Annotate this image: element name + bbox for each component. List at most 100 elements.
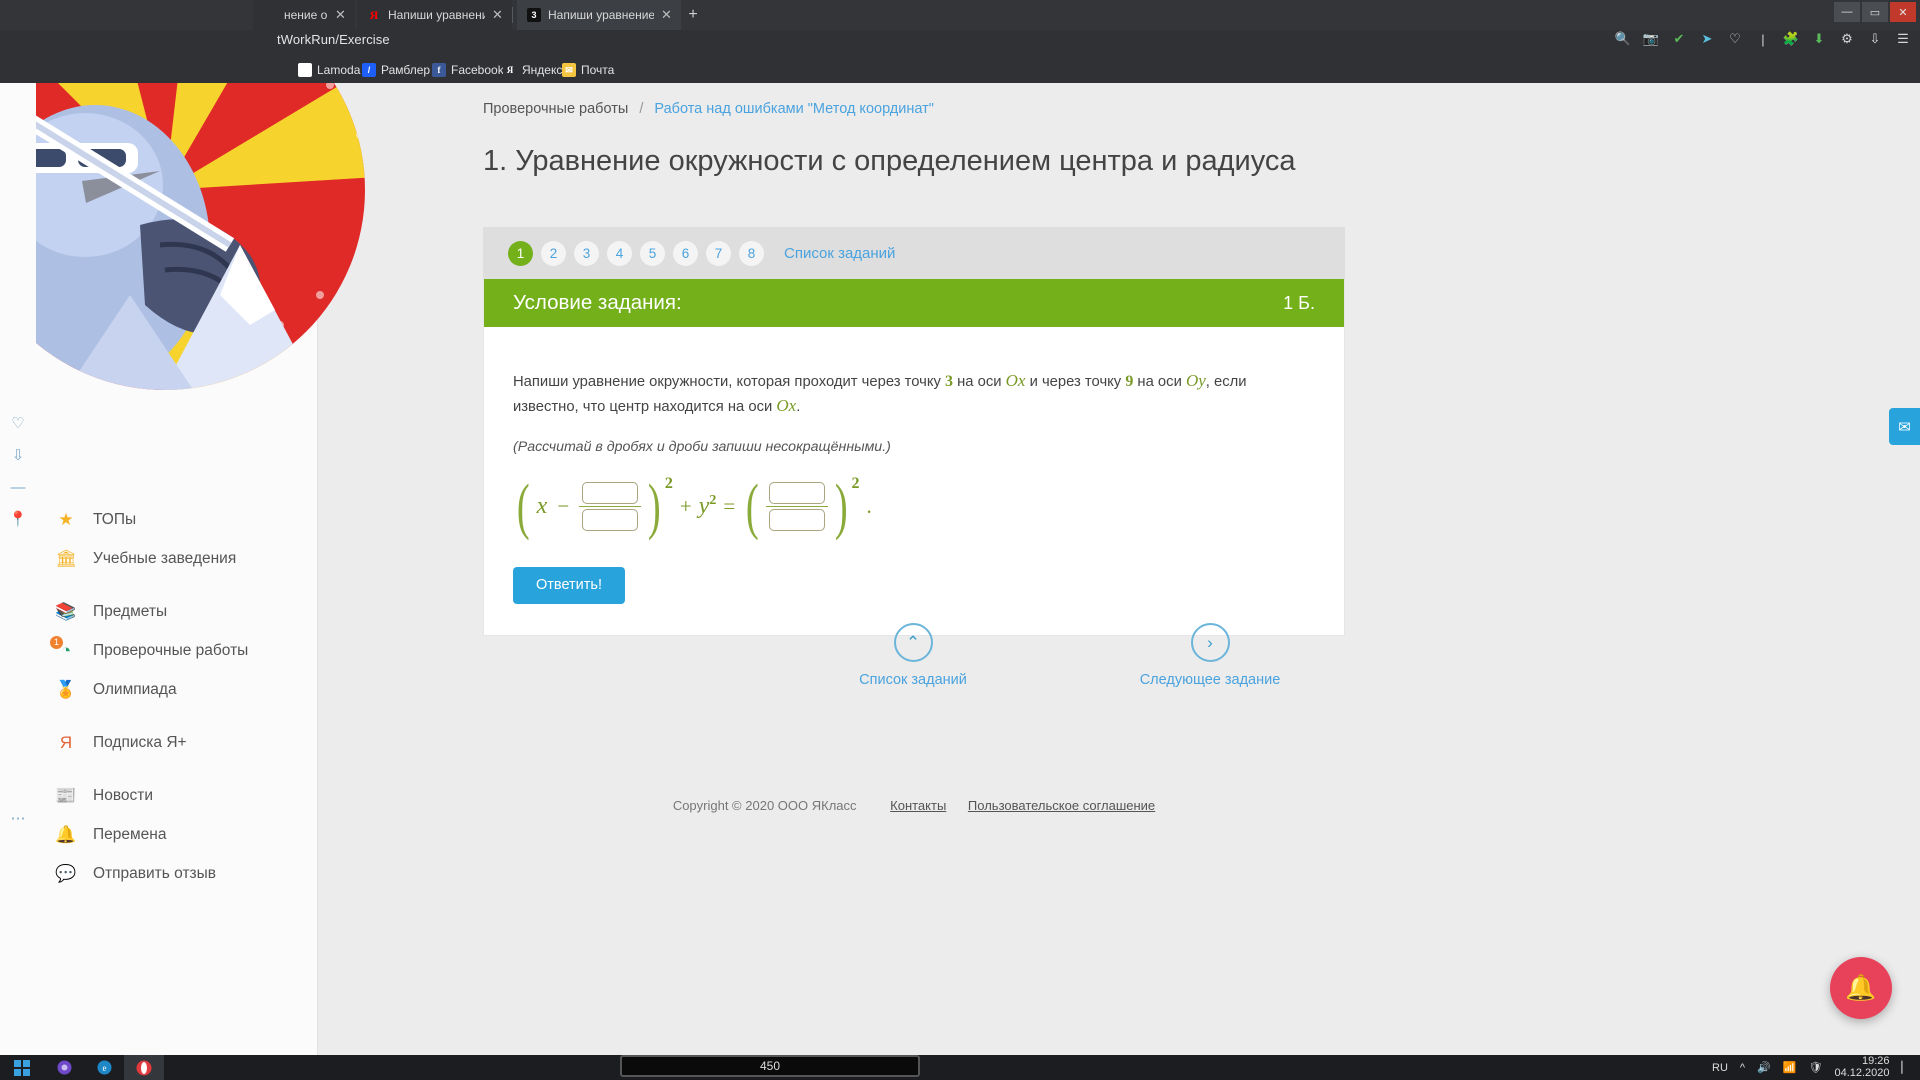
bookmark-label: Facebook <box>451 63 504 77</box>
sidebar-item-2[interactable]: 📚Предметы <box>0 592 318 631</box>
pager-page-5[interactable]: 5 <box>640 241 665 266</box>
svg-text:e: e <box>102 1063 106 1073</box>
sidebar-item-1[interactable]: 🏛Учебные заведения <box>0 539 318 578</box>
fraction-bar <box>766 506 828 508</box>
minus-icon[interactable]: — <box>8 477 28 497</box>
pager-task-list-link[interactable]: Список заданий <box>784 245 895 262</box>
heart-icon[interactable]: ♡ <box>1728 32 1742 46</box>
sidebar-item-6[interactable]: 📰 Новости <box>0 776 318 815</box>
right-numerator-input[interactable] <box>769 482 825 504</box>
taskbar-app-edge[interactable]: e <box>84 1055 124 1080</box>
camera-icon[interactable]: 📷 <box>1644 32 1658 46</box>
show-desktop-button[interactable]: ▏ <box>1902 1061 1910 1074</box>
bookmark-label: Рамблер <box>381 63 430 77</box>
bookmark-label: Яндекс <box>522 63 562 77</box>
browser-tab-3[interactable]: 3Напиши уравнение окруж✕ <box>517 0 681 30</box>
pager-page-1[interactable]: 1 <box>508 241 533 266</box>
network-icon[interactable]: 📶 <box>1783 1061 1797 1074</box>
start-button[interactable] <box>0 1055 44 1080</box>
sidebar-item-badge: 1 <box>49 635 64 650</box>
sidebar-item-label: Отправить отзыв <box>93 865 216 883</box>
tray-up-icon[interactable]: ^ <box>1740 1062 1745 1074</box>
send-icon[interactable]: ➤ <box>1700 32 1714 46</box>
stmt-part-2: на оси <box>953 374 1006 390</box>
extension-icon[interactable]: 🧩 <box>1784 32 1798 46</box>
nav-task-list-label[interactable]: Список заданий <box>859 672 967 688</box>
vpn-icon[interactable]: ⬇ <box>1812 32 1826 46</box>
heart-icon[interactable]: ♡ <box>8 413 28 433</box>
zoom-icon[interactable]: 🔍 <box>1616 32 1630 46</box>
downloads-icon[interactable]: ⇩ <box>1868 32 1882 46</box>
sidebar-item-5[interactable]: ЯПодписка Я+ <box>0 723 318 762</box>
browser-tab-1[interactable]: нение окружности✕ <box>253 0 355 30</box>
pager-page-3[interactable]: 3 <box>574 241 599 266</box>
pager-page-6[interactable]: 6 <box>673 241 698 266</box>
nav-next-task[interactable]: › Следующее задание <box>1100 623 1320 688</box>
answer-button[interactable]: Ответить! <box>513 567 625 604</box>
left-denominator-input[interactable] <box>582 509 638 531</box>
sidebar-item-3[interactable]: ◔1Проверочные работы <box>0 631 318 670</box>
formula-period: . <box>866 494 871 519</box>
footer-link-contacts[interactable]: Контакты <box>890 798 946 813</box>
tab-close-icon[interactable]: ✕ <box>661 7 673 23</box>
bookmark-рамблер[interactable]: /Рамблер <box>362 60 430 80</box>
right-denominator-input[interactable] <box>769 509 825 531</box>
mail-side-tab[interactable]: ✉ <box>1889 408 1920 445</box>
sidebar-item-7[interactable]: 🔔Перемена <box>0 815 318 854</box>
formula-minus: − <box>557 494 569 519</box>
chevron-right-icon[interactable]: › <box>1191 623 1230 662</box>
nav-task-list[interactable]: ⌃ Список заданий <box>803 623 1023 688</box>
sidebar-item-label: ТОПы <box>93 511 136 529</box>
bookmark-lamoda[interactable]: laLamoda <box>298 60 360 80</box>
yandex-icon: Я <box>503 63 517 77</box>
close-window-button[interactable]: ✕ <box>1890 2 1916 22</box>
volume-icon[interactable]: 🔊 <box>1757 1061 1771 1074</box>
taskbar-clock[interactable]: 19:26 04.12.2020 <box>1834 1056 1889 1079</box>
taskbar-app-browser-blue[interactable] <box>44 1055 84 1080</box>
bookmark-яндекс[interactable]: Я Яндекс <box>503 60 562 80</box>
nav-next-task-label[interactable]: Следующее задание <box>1140 672 1281 688</box>
tab-close-icon[interactable]: ✕ <box>492 7 504 23</box>
sidebar-item-4[interactable]: 🏅Олимпиада <box>0 670 318 709</box>
sidebar-item-0[interactable]: ★ТОПы <box>0 500 318 539</box>
breadcrumb-root[interactable]: Проверочные работы <box>483 101 628 117</box>
bottom-navigation: ⌃ Список заданий › Следующее задание <box>483 623 1345 743</box>
notification-bell-button[interactable]: 🔔 <box>1830 957 1892 1019</box>
pager-page-2[interactable]: 2 <box>541 241 566 266</box>
sidebar-item-8[interactable]: 💬Отправить отзыв <box>0 854 318 893</box>
tab-close-icon[interactable]: ✕ <box>335 7 347 23</box>
left-numerator-input[interactable] <box>582 482 638 504</box>
pager-page-8[interactable]: 8 <box>739 241 764 266</box>
taskbar-app-opera[interactable] <box>124 1055 164 1080</box>
download-icon[interactable]: ⇩ <box>8 445 28 465</box>
mail-icon: ✉ <box>562 63 576 77</box>
shield-icon[interactable]: 🛡 <box>1809 1061 1823 1074</box>
bookmark-label: Почта <box>581 63 614 77</box>
main-content: Проверочные работы / Работа над ошибками… <box>318 83 1920 1055</box>
minimize-button[interactable]: — <box>1834 2 1860 22</box>
footer-link-agreement[interactable]: Пользовательское соглашение <box>968 798 1155 813</box>
pager-page-4[interactable]: 4 <box>607 241 632 266</box>
tray-language[interactable]: RU <box>1712 1062 1728 1074</box>
bookmark-facebook[interactable]: f Facebook <box>432 60 504 80</box>
chevron-up-icon[interactable]: ⌃ <box>894 623 933 662</box>
browser-tab-2[interactable]: ЯНапиши уравнение окруж✕ <box>357 0 512 30</box>
shield-check-icon[interactable]: ✔ <box>1672 32 1686 46</box>
address-bar[interactable]: tWorkRun/Exercise <box>277 32 390 47</box>
puzzle-icon[interactable]: ⚙ <box>1840 32 1854 46</box>
window-controls: — ▭ ✕ <box>1834 2 1916 22</box>
bookmark-почта[interactable]: ✉ Почта <box>562 60 614 80</box>
news-icon: 📰 <box>55 785 77 807</box>
sidebar-item-label: Новости <box>93 787 153 805</box>
pager-page-7[interactable]: 7 <box>706 241 731 266</box>
breadcrumb-current[interactable]: Работа над ошибками "Метод координат" <box>654 101 934 117</box>
facebook-icon: f <box>432 63 446 77</box>
task-pager: 12345678 Список заданий <box>483 227 1345 279</box>
subscription-icon: Я <box>55 732 77 754</box>
task-card-header: Условие задания: 1 Б. <box>484 279 1344 327</box>
task-score-badge: 1 Б. <box>1283 293 1315 314</box>
new-tab-button[interactable]: + <box>683 5 703 25</box>
maximize-button[interactable]: ▭ <box>1862 2 1888 22</box>
formula-var-x: x <box>537 493 548 520</box>
menu-icon[interactable]: ☰ <box>1896 32 1910 46</box>
